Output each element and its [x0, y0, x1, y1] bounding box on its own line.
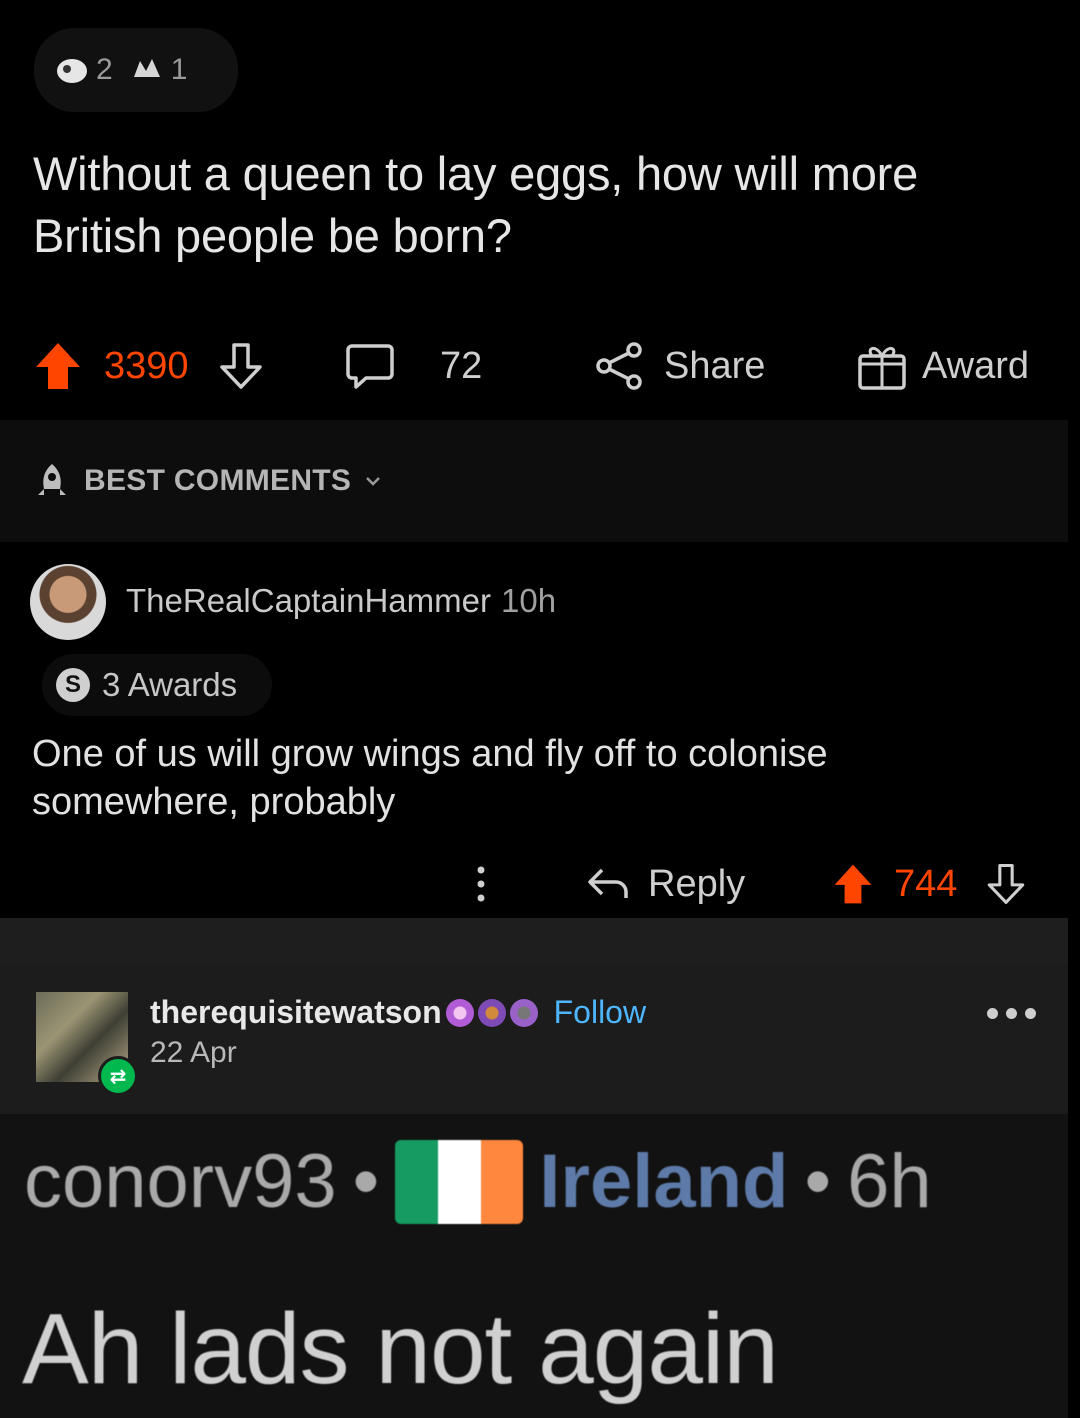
award-count-2: 1: [170, 53, 188, 86]
comment: TheRealCaptainHammer 10h S 3 Awards One o…: [0, 542, 1068, 918]
downvote-arrow-icon: [987, 863, 1025, 905]
avatar[interactable]: [30, 564, 106, 640]
commenter-username: conorv93: [24, 1139, 337, 1224]
upvote-arrow-icon: [834, 864, 872, 904]
gift-icon: [858, 347, 906, 390]
embedded-comment: conorv93 • Ireland • 6h Ah lads not agai…: [0, 1114, 1068, 1418]
share-button[interactable]: Share: [594, 330, 765, 402]
comment-awards-label: 3 Awards: [102, 666, 238, 703]
comment-time: 10h: [500, 582, 557, 619]
divider: [0, 918, 1068, 964]
more-options-icon[interactable]: [987, 1008, 1036, 1019]
comment-score: 744: [894, 862, 958, 905]
reply-arrow-icon: [588, 868, 628, 898]
badge-icon: [509, 998, 538, 1027]
more-options-button[interactable]: [466, 848, 496, 920]
blog-author: therequisitewatson Follow: [150, 994, 646, 1031]
ireland-flag-icon: [395, 1139, 524, 1224]
post-score: 3390: [104, 344, 189, 387]
comment-body: One of us will grow wings and fly off to…: [32, 733, 828, 823]
blog-username[interactable]: therequisitewatson: [150, 994, 442, 1031]
post-actions: 3390 72 Share Award: [0, 330, 1080, 402]
comments-count: 72: [440, 344, 483, 387]
chevron-down-icon: [366, 477, 381, 486]
post-date: 22 Apr: [150, 1036, 237, 1069]
comment-author[interactable]: TheRealCaptainHammer 10h: [126, 582, 556, 620]
comment-age: 6h: [847, 1139, 932, 1224]
share-label: Share: [664, 344, 766, 387]
rocket-icon: [38, 464, 66, 495]
vertical-dots-icon: [477, 866, 485, 902]
comment-downvote-button[interactable]: [984, 848, 1028, 920]
upvote-button[interactable]: [34, 330, 82, 402]
award-button[interactable]: Award: [856, 330, 1029, 402]
tumblr-post-header: ⇄ therequisitewatson Follow 22 Apr: [0, 964, 1068, 1114]
embedded-comment-text: Ah lads not again: [22, 1293, 779, 1405]
award-count-1: 2: [96, 53, 113, 86]
comment-meta: conorv93 • Ireland • 6h: [24, 1138, 932, 1225]
award-label: Award: [922, 344, 1030, 387]
comment-awards[interactable]: S 3 Awards: [42, 654, 272, 716]
comment-username[interactable]: TheRealCaptainHammer: [126, 582, 491, 619]
comment-actions: Reply 744: [0, 848, 1068, 914]
silver-award-icon: S: [56, 668, 90, 702]
flair-country: Ireland: [539, 1139, 789, 1224]
comment-bubble-icon: [346, 344, 394, 389]
post-title[interactable]: Without a queen to lay eggs, how will mo…: [33, 143, 1043, 267]
downvote-arrow-icon: [220, 343, 262, 389]
wholesome-award-icon: [129, 52, 165, 88]
trophy-award-icon: [54, 52, 90, 88]
comment-upvote-button[interactable]: [832, 848, 874, 920]
comments-button[interactable]: [344, 330, 396, 402]
separator: •: [352, 1139, 380, 1224]
separator: •: [804, 1139, 832, 1224]
badge-icon: [477, 998, 506, 1027]
share-icon: [596, 342, 642, 390]
upvote-arrow-icon: [36, 343, 80, 389]
downvote-button[interactable]: [216, 330, 266, 402]
follow-button[interactable]: Follow: [554, 994, 646, 1031]
reblog-icon: ⇄: [98, 1056, 138, 1096]
post: 2 1 Without a queen to lay eggs, how wil…: [0, 0, 1080, 420]
sort-selector[interactable]: BEST COMMENTS: [0, 420, 1068, 542]
badge-icon: [445, 998, 474, 1027]
post-awards[interactable]: 2 1: [34, 28, 238, 112]
sort-label: BEST COMMENTS: [84, 464, 352, 497]
reply-label: Reply: [648, 862, 746, 905]
reply-button[interactable]: Reply: [586, 848, 745, 920]
